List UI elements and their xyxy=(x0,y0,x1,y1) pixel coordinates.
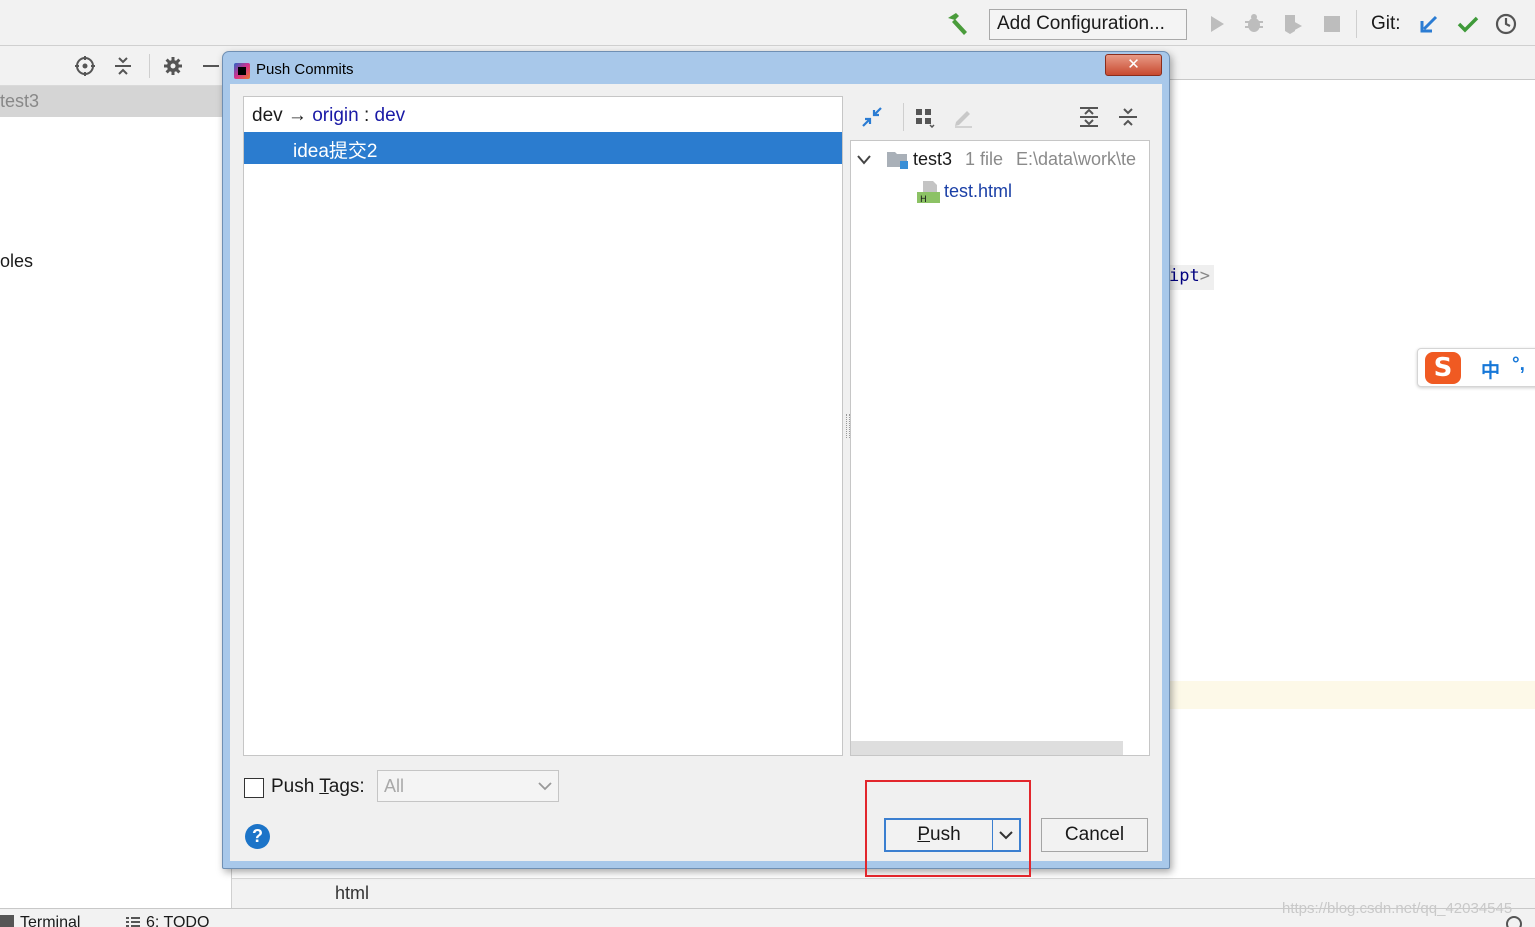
collapse-all-icon[interactable] xyxy=(112,55,134,77)
stop-icon[interactable] xyxy=(1320,12,1344,36)
ime-mode-label[interactable]: 中 xyxy=(1481,356,1500,383)
dialog-title-bar[interactable]: Push Commits ✕ xyxy=(223,52,1169,83)
dialog-body: dev → origin : dev idea提交2 test3 1 file … xyxy=(230,84,1162,861)
code-fragment: ipt> xyxy=(1167,265,1214,290)
intellij-app-icon xyxy=(234,63,250,79)
toolbar-separator xyxy=(1356,10,1357,38)
remote-name[interactable]: origin xyxy=(312,105,358,126)
project-tree-item[interactable]: oles xyxy=(0,251,33,272)
repo-name: test3 xyxy=(913,149,953,169)
terminal-icon xyxy=(0,915,14,927)
highlight-annotation-box xyxy=(865,780,1031,877)
commits-list[interactable]: dev → origin : dev idea提交2 xyxy=(243,96,843,756)
svg-text:H: H xyxy=(920,195,927,203)
edit-pencil-icon[interactable] xyxy=(952,106,974,128)
ime-toolbar[interactable]: S 中 °, xyxy=(1417,348,1535,387)
file-count: 1 file xyxy=(965,149,1004,169)
remote-separator: : xyxy=(363,105,370,126)
changed-files-tree[interactable]: test3 1 file E:\data\work\te H test.html xyxy=(850,140,1150,756)
push-tags-mnemonic: T xyxy=(319,776,329,797)
watermark: https://blog.csdn.net/qq_42034545 xyxy=(1282,900,1513,917)
local-branch: dev xyxy=(252,105,283,126)
collapse-all-icon[interactable] xyxy=(1117,106,1139,128)
chevron-down-icon[interactable] xyxy=(857,154,871,166)
project-panel-toolbar xyxy=(0,46,232,86)
push-arrow: → xyxy=(287,105,307,126)
push-commits-dialog: Push Commits ✕ dev → origin : dev idea提交… xyxy=(222,51,1170,869)
todo-list-icon xyxy=(126,917,140,927)
file-type-label: html xyxy=(335,883,370,903)
screen: { "toolbar": { "add_configuration": "Add… xyxy=(0,0,1535,927)
sogou-logo-icon: S xyxy=(1425,352,1461,384)
push-tags-select[interactable]: All xyxy=(377,770,559,802)
push-tags-label[interactable]: Push Tags: xyxy=(271,776,365,798)
coverage-icon[interactable] xyxy=(1281,12,1305,36)
build-hammer-icon[interactable] xyxy=(944,11,970,37)
file-toolbar-separator xyxy=(903,103,904,131)
chevron-down-icon xyxy=(538,782,552,791)
debug-icon[interactable] xyxy=(1242,12,1266,36)
project-item-label: test3 xyxy=(0,91,40,111)
panel-toolbar-separator xyxy=(149,54,150,78)
expand-all-icon[interactable] xyxy=(1078,106,1100,128)
code-bracket: > xyxy=(1199,266,1210,286)
group-by-icon[interactable] xyxy=(914,106,936,128)
file-name: test.html xyxy=(944,181,1013,201)
push-tags-prefix: Push xyxy=(271,776,320,797)
commit-row-selected[interactable]: idea提交2 xyxy=(244,132,842,164)
commit-message: idea提交2 xyxy=(293,141,378,162)
caret-line-highlight xyxy=(1170,681,1535,709)
repo-path: E:\data\work\te xyxy=(1016,149,1137,169)
project-panel: test3 oles xyxy=(0,46,232,908)
push-tags-select-value: All xyxy=(384,776,405,796)
code-text: ipt xyxy=(1169,266,1200,286)
push-tags-suffix: ags: xyxy=(328,776,365,797)
add-configuration-button[interactable]: Add Configuration... xyxy=(989,9,1187,40)
run-icon[interactable] xyxy=(1205,12,1229,36)
git-update-icon[interactable] xyxy=(1417,12,1441,36)
selected-project-item[interactable]: test3 xyxy=(0,86,232,117)
terminal-tab[interactable]: Terminal xyxy=(20,914,80,927)
close-button[interactable]: ✕ xyxy=(1105,54,1162,76)
remote-branch[interactable]: dev xyxy=(375,105,406,126)
folder-icon xyxy=(887,152,908,169)
git-label: Git: xyxy=(1371,13,1401,34)
dialog-title: Push Commits xyxy=(256,61,354,78)
git-history-clock-icon[interactable] xyxy=(1494,12,1518,36)
ime-punct-label[interactable]: °, xyxy=(1512,354,1525,376)
push-tags-checkbox[interactable] xyxy=(244,778,264,798)
main-toolbar: Add Configuration... Git: xyxy=(0,0,1535,46)
git-commit-check-icon[interactable] xyxy=(1456,12,1480,36)
expand-collapse-arrows-icon[interactable] xyxy=(861,106,883,128)
todo-tab[interactable]: 6: TODO xyxy=(146,914,209,927)
cancel-button[interactable]: Cancel xyxy=(1041,818,1148,852)
help-icon[interactable]: ? xyxy=(245,824,270,849)
branch-mapping-row[interactable]: dev → origin : dev xyxy=(252,105,405,127)
horizontal-scrollbar[interactable] xyxy=(851,741,1123,755)
hide-panel-icon[interactable] xyxy=(203,65,219,67)
gear-icon[interactable] xyxy=(162,55,184,77)
html-file-icon: H xyxy=(917,181,940,203)
locate-target-icon[interactable] xyxy=(74,55,96,77)
